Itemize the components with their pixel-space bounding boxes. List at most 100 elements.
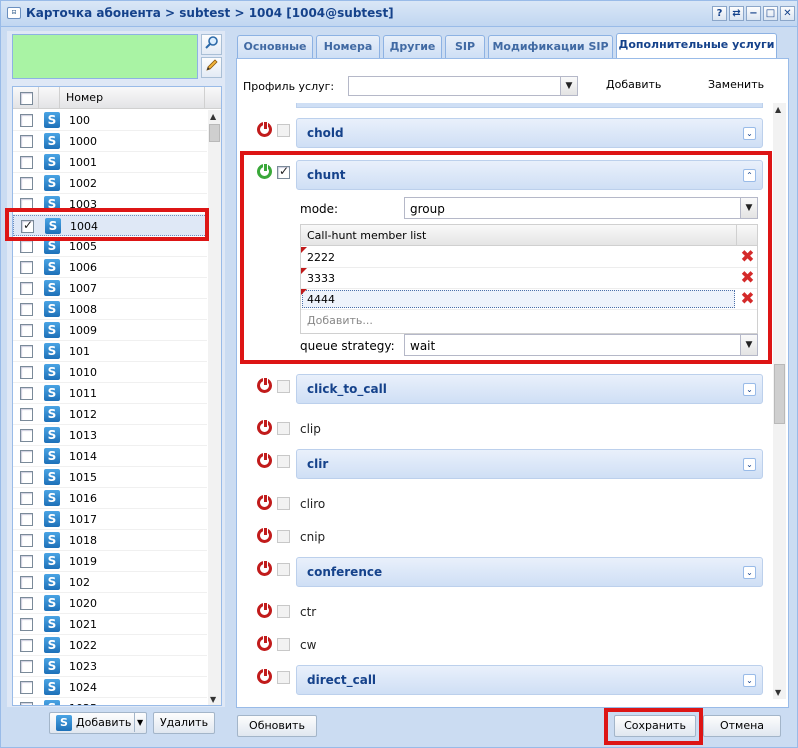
subscriber-row[interactable]: S 1008 bbox=[13, 299, 207, 320]
chunt-checkbox[interactable] bbox=[277, 164, 290, 179]
row-checkbox[interactable] bbox=[20, 576, 33, 589]
row-checkbox[interactable] bbox=[20, 534, 33, 547]
row-checkbox[interactable] bbox=[20, 198, 33, 211]
row-checkbox[interactable] bbox=[20, 135, 33, 148]
subscriber-row[interactable]: S 1009 bbox=[13, 320, 207, 341]
subscriber-row[interactable]: S 1003 bbox=[13, 194, 207, 215]
help-button[interactable]: ? bbox=[712, 6, 727, 21]
subscriber-row[interactable]: S 1010 bbox=[13, 362, 207, 383]
cancel-button[interactable]: Отмена bbox=[703, 715, 781, 737]
member-row[interactable]: 4444 ✖ bbox=[301, 289, 757, 310]
cliro-checkbox[interactable] bbox=[277, 497, 290, 510]
row-checkbox[interactable] bbox=[20, 156, 33, 169]
tab-numbers[interactable]: Номера bbox=[316, 35, 380, 58]
subscriber-row[interactable]: S 1000 bbox=[13, 131, 207, 152]
delete-icon[interactable]: ✖ bbox=[739, 270, 756, 287]
row-checkbox[interactable] bbox=[20, 177, 33, 190]
expand-icon[interactable]: ⌄ bbox=[743, 458, 756, 471]
queue-strategy-select[interactable]: wait ▼ bbox=[404, 334, 758, 356]
ctr-checkbox[interactable] bbox=[277, 605, 290, 618]
row-checkbox[interactable] bbox=[20, 492, 33, 505]
tab-sip-modifications[interactable]: Модификации SIP bbox=[488, 35, 613, 58]
chevron-down-icon[interactable]: ▼ bbox=[560, 77, 577, 95]
clip-power-icon[interactable] bbox=[257, 419, 272, 435]
row-checkbox[interactable] bbox=[20, 387, 33, 400]
chunt-fieldset[interactable]: chunt ⌃ bbox=[296, 160, 763, 190]
cnip-checkbox[interactable] bbox=[277, 530, 290, 543]
subscriber-row[interactable]: S 1002 bbox=[13, 173, 207, 194]
row-checkbox[interactable] bbox=[20, 282, 33, 295]
row-checkbox[interactable] bbox=[20, 513, 33, 526]
chevron-down-icon[interactable]: ▼ bbox=[740, 335, 757, 355]
cliro-power-icon[interactable] bbox=[257, 494, 272, 510]
profile-add-button[interactable]: Добавить bbox=[606, 78, 661, 91]
subscriber-row[interactable]: S 102 bbox=[13, 572, 207, 593]
delete-icon[interactable]: ✖ bbox=[739, 291, 756, 308]
chold-power-icon[interactable] bbox=[257, 121, 272, 137]
subscriber-row[interactable]: S 1018 bbox=[13, 530, 207, 551]
subscriber-row[interactable]: S 100 bbox=[13, 110, 207, 131]
subscriber-row[interactable]: S 1006 bbox=[13, 257, 207, 278]
maximize-button[interactable]: □ bbox=[763, 6, 778, 21]
row-checkbox[interactable] bbox=[20, 471, 33, 484]
row-checkbox[interactable] bbox=[21, 218, 34, 233]
delete-subscriber-button[interactable]: Удалить bbox=[153, 712, 215, 734]
mode-select[interactable]: group ▼ bbox=[404, 197, 758, 219]
tab-main[interactable]: Основные bbox=[237, 35, 313, 58]
subscriber-row[interactable]: S 1013 bbox=[13, 425, 207, 446]
tab-sip[interactable]: SIP bbox=[445, 35, 485, 58]
click-to-call-checkbox[interactable] bbox=[277, 380, 290, 393]
filter-area[interactable] bbox=[12, 34, 198, 79]
subscriber-row[interactable]: S 1015 bbox=[13, 467, 207, 488]
clir-fieldset[interactable]: clir ⌄ bbox=[296, 449, 763, 479]
refresh-button[interactable]: Обновить bbox=[237, 715, 317, 737]
conference-power-icon[interactable] bbox=[257, 560, 272, 576]
cw-power-icon[interactable] bbox=[257, 635, 272, 651]
row-checkbox[interactable] bbox=[20, 366, 33, 379]
subscriber-row[interactable]: S 1011 bbox=[13, 383, 207, 404]
member-row[interactable]: 3333 ✖ bbox=[301, 268, 757, 289]
row-checkbox[interactable] bbox=[20, 345, 33, 358]
ctr-power-icon[interactable] bbox=[257, 602, 272, 618]
services-scrollbar[interactable]: ▲ ▼ bbox=[773, 103, 786, 699]
cw-checkbox[interactable] bbox=[277, 638, 290, 651]
member-row[interactable]: 2222 ✖ bbox=[301, 247, 757, 268]
row-checkbox[interactable] bbox=[20, 324, 33, 337]
conference-checkbox[interactable] bbox=[277, 563, 290, 576]
subscriber-row[interactable]: S 1014 bbox=[13, 446, 207, 467]
chevron-down-icon[interactable]: ▼ bbox=[740, 198, 757, 218]
row-checkbox[interactable] bbox=[20, 639, 33, 652]
chevron-down-icon[interactable]: ▼ bbox=[137, 713, 143, 733]
row-checkbox[interactable] bbox=[20, 618, 33, 631]
row-checkbox[interactable] bbox=[20, 303, 33, 316]
minimize-button[interactable]: − bbox=[746, 6, 761, 21]
row-checkbox[interactable] bbox=[20, 408, 33, 421]
profile-replace-button[interactable]: Заменить bbox=[708, 78, 764, 91]
cnip-power-icon[interactable] bbox=[257, 527, 272, 543]
click-to-call-fieldset[interactable]: click_to_call ⌄ bbox=[296, 374, 763, 404]
add-subscriber-button[interactable]: S Добавить ▼ bbox=[49, 712, 147, 734]
row-checkbox[interactable] bbox=[20, 450, 33, 463]
subscriber-row[interactable]: S 1001 bbox=[13, 152, 207, 173]
expand-icon[interactable]: ⌄ bbox=[743, 127, 756, 140]
refresh-icon[interactable]: ⇄ bbox=[729, 6, 744, 21]
subscriber-row[interactable]: S 1022 bbox=[13, 635, 207, 656]
row-checkbox[interactable] bbox=[20, 597, 33, 610]
click-to-call-power-icon[interactable] bbox=[257, 377, 272, 393]
row-checkbox[interactable] bbox=[20, 240, 33, 253]
tab-additional-services[interactable]: Дополнительные услуги bbox=[616, 33, 777, 59]
save-button[interactable]: Сохранить bbox=[614, 715, 696, 737]
subscriber-row[interactable]: S 1016 bbox=[13, 488, 207, 509]
subscriber-row[interactable]: S 1023 bbox=[13, 656, 207, 677]
expand-icon[interactable]: ⌄ bbox=[743, 566, 756, 579]
magnifier-icon[interactable] bbox=[201, 34, 222, 55]
row-checkbox[interactable] bbox=[20, 681, 33, 694]
expand-icon[interactable]: ⌄ bbox=[743, 383, 756, 396]
subscriber-row[interactable]: S 1025 bbox=[13, 698, 207, 705]
chunt-power-icon[interactable] bbox=[257, 163, 272, 179]
close-button[interactable]: ✕ bbox=[780, 6, 795, 21]
row-checkbox[interactable] bbox=[20, 429, 33, 442]
subscriber-row[interactable]: S 1020 bbox=[13, 593, 207, 614]
row-checkbox[interactable] bbox=[20, 555, 33, 568]
row-checkbox[interactable] bbox=[20, 702, 33, 705]
